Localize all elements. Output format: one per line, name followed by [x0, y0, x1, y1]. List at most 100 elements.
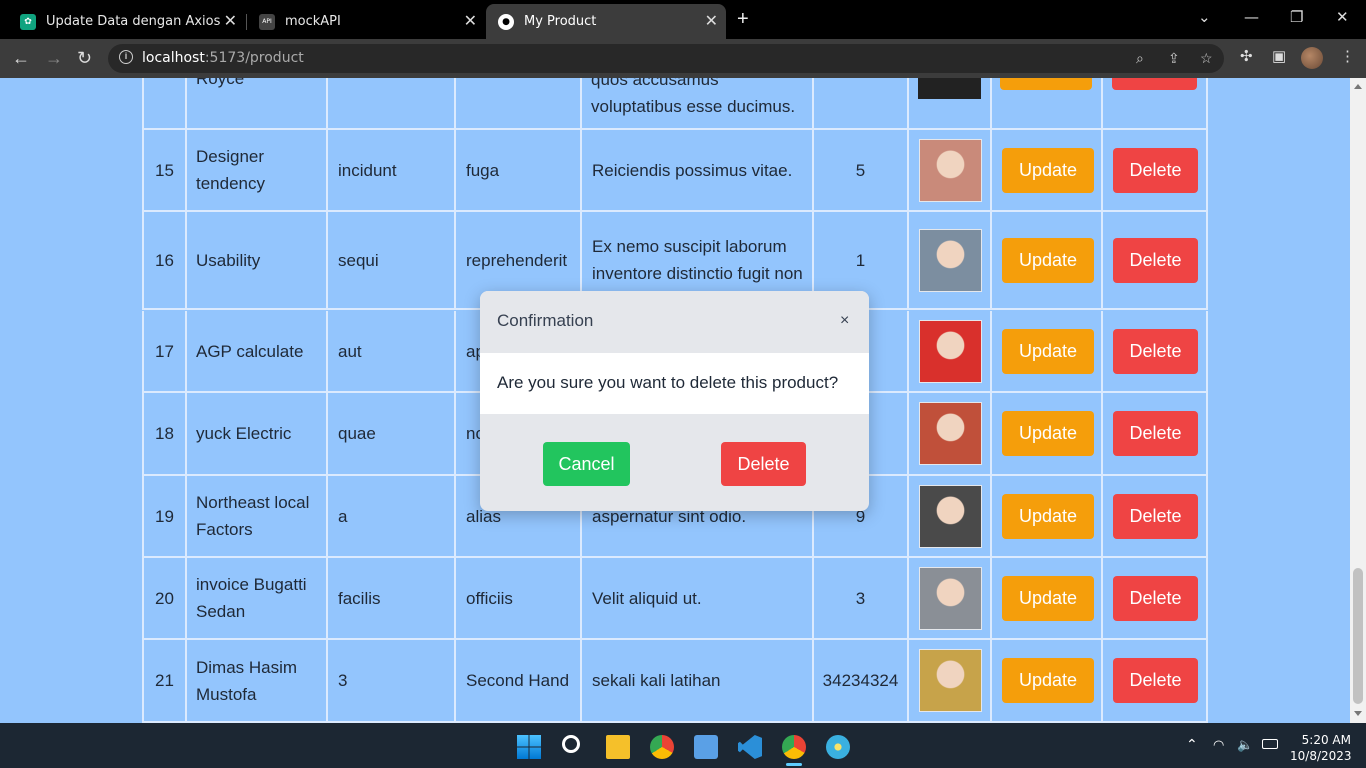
product-description: Velit aliquid ut. — [592, 588, 702, 608]
column-divider — [907, 78, 909, 128]
product-name: yuck Electric — [196, 424, 292, 443]
column-divider — [142, 78, 144, 128]
battery-icon[interactable] — [1262, 739, 1278, 749]
active-app-indicator — [786, 763, 802, 766]
product-name: Usability — [196, 250, 261, 270]
column-divider — [1101, 78, 1103, 128]
product-image — [919, 319, 982, 383]
update-cell: Update — [992, 130, 1101, 210]
update-cell: Update — [992, 393, 1101, 474]
tab-mockapi[interactable]: API mockAPI ✕ — [247, 4, 485, 39]
close-icon[interactable]: ✕ — [224, 13, 237, 29]
delete-button[interactable]: Delete — [1113, 147, 1198, 193]
column-divider — [1206, 393, 1208, 474]
update-button[interactable] — [1000, 78, 1092, 90]
back-icon[interactable]: ← — [12, 48, 30, 68]
product-name: Dimas Hasim Mustofa — [196, 657, 298, 704]
delete-button[interactable]: Delete — [1113, 328, 1198, 374]
product-freshness: fuga — [466, 160, 500, 180]
chevron-up-icon[interactable]: ⌃ — [1186, 737, 1198, 753]
file-explorer-icon[interactable] — [606, 735, 630, 759]
product-image — [919, 649, 982, 712]
delete-cell: Delete — [1103, 212, 1206, 308]
update-button[interactable]: Update — [1002, 328, 1094, 374]
product-freshness: officiis — [466, 588, 513, 608]
chrome-icon[interactable] — [650, 735, 674, 759]
table-row: Royce quos accusamus voluptatibus esse d… — [142, 78, 1208, 130]
update-cell: Update — [992, 558, 1101, 638]
modal-header: Confirmation × — [480, 291, 869, 353]
product-image-cell — [909, 393, 990, 474]
delete-button[interactable] — [1112, 78, 1197, 90]
close-window-button[interactable]: ✕ — [1336, 8, 1349, 26]
delete-button[interactable]: Delete — [1113, 575, 1198, 621]
column-divider — [1206, 212, 1208, 308]
update-button[interactable]: Update — [1002, 493, 1094, 539]
product-id: 18 — [155, 424, 174, 443]
update-cell: Update — [992, 476, 1101, 556]
update-button[interactable]: Update — [1002, 147, 1094, 193]
menu-icon[interactable]: ⋮ — [1340, 49, 1355, 65]
paint-icon[interactable] — [826, 735, 850, 759]
update-button[interactable]: Update — [1002, 575, 1094, 621]
update-button[interactable]: Update — [1002, 411, 1094, 456]
search-icon[interactable] — [562, 735, 580, 753]
close-icon[interactable]: ✕ — [705, 13, 718, 29]
clock-date[interactable]: 10/8/2023 — [1290, 749, 1352, 763]
side-panel-icon[interactable]: ▣ — [1272, 49, 1286, 65]
delete-button[interactable]: Delete — [1113, 411, 1198, 456]
tab-update-data[interactable]: ✿ Update Data dengan Axios ✕ — [8, 4, 245, 39]
notepad-icon[interactable] — [694, 735, 718, 759]
share-icon[interactable]: ⇪ — [1168, 50, 1180, 66]
column-divider — [1206, 78, 1208, 128]
reload-icon[interactable]: ↻ — [77, 48, 92, 68]
product-id: 19 — [155, 506, 174, 526]
wifi-icon[interactable]: ◠ — [1213, 738, 1224, 753]
extensions-icon[interactable]: ✣ — [1240, 49, 1253, 65]
bookmark-star-icon[interactable]: ☆ — [1200, 50, 1213, 66]
delete-button[interactable]: Delete — [1113, 237, 1198, 283]
product-category: a — [338, 506, 348, 526]
scroll-down-arrow[interactable] — [1354, 711, 1362, 716]
product-image-cell — [909, 311, 990, 391]
delete-cell: Delete — [1103, 130, 1206, 210]
scroll-up-arrow[interactable] — [1354, 84, 1362, 89]
delete-button[interactable]: Delete — [1113, 658, 1198, 703]
site-info-icon[interactable]: i — [119, 50, 133, 64]
volume-icon[interactable]: 🔈 — [1237, 738, 1253, 753]
close-icon[interactable]: × — [840, 312, 849, 330]
scrollbar-thumb[interactable] — [1353, 568, 1363, 704]
table-row: 15 Designer tendency incidunt fuga Reiciendi… — [142, 130, 1208, 212]
delete-cell: Delete — [1103, 311, 1206, 391]
product-category: facilis — [338, 588, 381, 608]
close-icon[interactable]: ✕ — [464, 13, 477, 29]
product-image — [918, 78, 981, 99]
confirm-delete-button[interactable]: Delete — [721, 442, 806, 486]
cancel-button[interactable]: Cancel — [543, 442, 630, 486]
update-button[interactable]: Update — [1002, 237, 1094, 283]
restore-button[interactable]: ❐ — [1290, 8, 1303, 26]
omnibox[interactable]: i localhost:5173/product ⌕ ⇪ ☆ — [108, 44, 1224, 73]
chrome-profile-icon[interactable] — [782, 735, 806, 759]
profile-avatar[interactable] — [1301, 47, 1323, 69]
tab-search-icon[interactable]: ⌄ — [1198, 8, 1211, 26]
tab-title: My Product — [524, 14, 597, 29]
delete-button[interactable]: Delete — [1113, 493, 1198, 539]
browser-tab-bar: ✿ Update Data dengan Axios ✕ API mockAPI… — [0, 0, 1366, 39]
url-text[interactable]: localhost:5173/product — [142, 50, 304, 66]
update-button[interactable]: Update — [1002, 658, 1094, 703]
clock-time[interactable]: 5:20 AM — [1297, 733, 1351, 747]
tab-my-product[interactable]: ● My Product ✕ — [486, 4, 726, 39]
product-category: quae — [338, 424, 376, 443]
product-image — [919, 402, 982, 465]
product-name: Royce — [196, 78, 245, 88]
zoom-icon[interactable]: ⌕ — [1136, 50, 1144, 66]
product-image — [919, 228, 982, 292]
delete-cell: Delete — [1103, 476, 1206, 556]
update-cell: Update — [992, 212, 1101, 308]
forward-icon[interactable]: → — [45, 48, 63, 68]
new-tab-button[interactable]: + — [737, 8, 749, 30]
modal-body: Are you sure you want to delete this pro… — [480, 353, 869, 414]
scrollbar[interactable] — [1350, 78, 1366, 723]
minimize-button[interactable]: — — [1244, 8, 1259, 26]
